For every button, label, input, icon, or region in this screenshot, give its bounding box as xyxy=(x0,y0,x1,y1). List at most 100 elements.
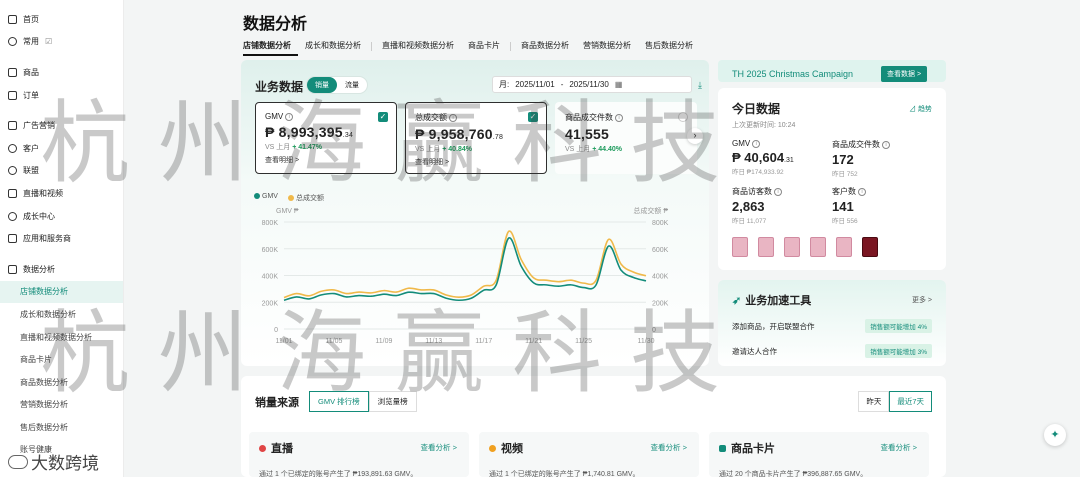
product-thumbnail[interactable] xyxy=(784,237,800,257)
trend-link[interactable]: ⊿ 趋势 xyxy=(909,104,932,114)
view-analysis-link[interactable]: 查看分析 > xyxy=(421,442,457,453)
tab-marketing-analysis[interactable]: 营销数据分析 xyxy=(576,40,638,56)
checkbox-checked-icon[interactable]: ✓ xyxy=(528,112,538,122)
assistant-sparkle-button[interactable]: ✦ xyxy=(1044,424,1066,446)
tab-aftersale-analysis[interactable]: 售后数据分析 xyxy=(638,40,700,56)
metric-value: 172 xyxy=(832,152,854,167)
legend-item-gmv[interactable]: GMV xyxy=(254,193,278,203)
view-details-link[interactable]: 查看明细 > xyxy=(265,155,387,165)
tab-product-card[interactable]: 商品卡片 xyxy=(461,40,507,56)
sidebar-item-marketing[interactable]: 广告营销 xyxy=(0,114,123,137)
today-metric-items-sold: 商品成交件数 i 172 昨日 752 xyxy=(832,139,932,178)
tab-views-ranking[interactable]: 浏览量榜 xyxy=(368,391,417,412)
date-end[interactable]: 2025/11/30 xyxy=(569,80,608,89)
sidebar-item-affiliate[interactable]: 联盟 xyxy=(0,160,123,183)
date-range-picker[interactable]: 月: 2025/11/01 - 2025/11/30 ▦ xyxy=(492,76,692,93)
y-tick-label-right: 0 xyxy=(652,327,656,334)
campaign-banner: TH 2025 Christmas Campaign 查看数据 > xyxy=(718,60,946,82)
metric-yesterday: 昨日 11,077 xyxy=(732,218,767,225)
view-details-link[interactable]: 查看明细 > xyxy=(415,157,537,167)
sidebar-item-label: 首页 xyxy=(23,14,39,24)
sidebar-item-favorites[interactable]: 常用 ☑ xyxy=(0,31,123,54)
sidebar-subitem-marketing-analysis[interactable]: 营销数据分析 xyxy=(0,394,123,417)
today-title: 今日数据 xyxy=(732,102,781,116)
sidebar-item-orders[interactable]: 订单 xyxy=(0,84,123,107)
edit-icon[interactable]: ☑ xyxy=(45,37,52,46)
metric-label-row: 商品成交件数 i xyxy=(832,139,932,150)
sidebar-subitem-shop-analysis[interactable]: 店铺数据分析 xyxy=(0,280,123,304)
product-thumbnail[interactable] xyxy=(862,237,878,257)
accel-row-affiliate[interactable]: 添加商品，开启联盟合作 销售额可能增加 4% xyxy=(732,319,932,333)
accel-row-creators[interactable]: 邀请达人合作 销售额可能增加 3% xyxy=(732,344,932,358)
card-value: ₱ 9,958,760 xyxy=(415,126,493,142)
info-icon[interactable]: i xyxy=(615,113,623,122)
info-icon[interactable]: i xyxy=(449,113,457,122)
tab-live-analysis[interactable]: 直播和视频数据分析 xyxy=(375,40,461,56)
source-description: 通过 1 个已绑定的账号产生了 ₱193,891.63 GMV。 xyxy=(259,471,418,477)
product-thumbnail[interactable] xyxy=(836,237,852,257)
sidebar-subitem-live-analysis[interactable]: 直播和视频数据分析 xyxy=(0,326,123,349)
view-campaign-button[interactable]: 查看数据 > xyxy=(881,66,928,82)
tab-product-analysis[interactable]: 商品数据分析 xyxy=(514,40,576,56)
date-prefix: 月: xyxy=(499,80,510,89)
card-label: 商品成交件数 xyxy=(565,113,613,122)
info-icon[interactable]: i xyxy=(285,112,294,121)
sidebar-subitem-aftersale-analysis[interactable]: 售后数据分析 xyxy=(0,416,123,439)
sidebar-subitem-growth-analysis[interactable]: 成长和数据分析 xyxy=(0,303,123,326)
today-data-panel: 今日数据 ⊿ 趋势 上次更新时间: 10:24 GMV i ₱ 40,604.31… xyxy=(718,88,946,270)
metric-card-items-sold[interactable]: 商品成交件数 i 41,555 VS 上月 + 44.40% xyxy=(555,102,697,174)
sidebar-item-home[interactable]: 首页 xyxy=(0,8,123,31)
x-tick-label: 11/21 xyxy=(525,338,542,345)
metric-decimals: .31 xyxy=(784,157,794,164)
product-thumbnail[interactable] xyxy=(810,237,826,257)
info-icon[interactable]: i xyxy=(858,187,866,196)
tab-gmv-ranking[interactable]: GMV 排行榜 xyxy=(309,391,369,412)
sidebar-subitem-product-card[interactable]: 商品卡片 xyxy=(0,348,123,371)
info-icon[interactable]: i xyxy=(752,139,761,148)
checkbox-unchecked-icon[interactable] xyxy=(678,112,688,122)
card-value: ₱ 8,993,395 xyxy=(265,124,343,140)
sidebar-item-data-analysis[interactable]: 数据分析 xyxy=(0,258,123,281)
download-icon[interactable]: ⤓ xyxy=(698,80,702,91)
period-yesterday[interactable]: 昨天 xyxy=(858,391,890,412)
checkbox-checked-icon[interactable]: ✓ xyxy=(378,112,388,122)
video-icon xyxy=(489,444,496,452)
legend-item-total[interactable]: 总成交额 xyxy=(287,193,324,203)
accel-title: 业务加速工具 xyxy=(745,295,812,307)
accel-title-row: ➶ 业务加速工具 xyxy=(732,292,932,308)
sidebar-subitem-product-analysis[interactable]: 商品数据分析 xyxy=(0,371,123,394)
legend-label: GMV xyxy=(262,193,278,200)
calendar-icon[interactable]: ▦ xyxy=(615,80,623,89)
info-icon[interactable]: i xyxy=(774,187,782,196)
view-analysis-link[interactable]: 查看分析 > xyxy=(881,442,917,453)
live-thumbnail[interactable] xyxy=(732,237,748,257)
x-tick-label: 11/01 xyxy=(276,338,293,345)
sidebar-item-customers[interactable]: 客户 xyxy=(0,137,123,160)
info-icon[interactable]: i xyxy=(882,140,890,149)
toggle-traffic[interactable]: 流量 xyxy=(337,77,367,93)
accel-badge: 销售额可能增加 3% xyxy=(865,344,932,358)
sidebar-item-growth[interactable]: 成长中心 xyxy=(0,205,123,228)
card-value: 41,555 xyxy=(565,126,610,142)
toggle-sales[interactable]: 销量 xyxy=(307,77,337,93)
metric-card-total-sales[interactable]: 总成交额 i ₱ 9,958,760.78 VS 上月 + 40.84% 查看明细… xyxy=(405,102,547,174)
next-cards-button[interactable]: › xyxy=(687,128,703,144)
card-value-row: ₱ 9,958,760.78 xyxy=(415,126,537,142)
tab-shop-analysis[interactable]: 店铺数据分析 xyxy=(243,40,298,56)
sidebar-item-apps[interactable]: 应用和服务商 xyxy=(0,227,123,250)
sidebar-item-products[interactable]: 商品 xyxy=(0,61,123,84)
period-last-7-days[interactable]: 最近7天 xyxy=(889,391,932,412)
view-analysis-link[interactable]: 查看分析 > xyxy=(651,442,687,453)
metric-card-gmv[interactable]: GMV i ₱ 8,993,395.34 VS 上月 + 41.47% 查看明细 … xyxy=(255,102,397,174)
more-tools-link[interactable]: 更多 > xyxy=(912,295,932,305)
tab-divider xyxy=(371,42,372,51)
sidebar-item-live-video[interactable]: 直播和视频 xyxy=(0,182,123,205)
trend-label: 趋势 xyxy=(918,106,932,113)
tab-growth-analysis[interactable]: 成长和数据分析 xyxy=(298,40,368,56)
cmp-value: + 41.47% xyxy=(292,144,323,151)
date-start[interactable]: 2025/11/01 xyxy=(515,80,554,89)
series-line-1 xyxy=(283,230,647,299)
product-thumbnail[interactable] xyxy=(758,237,774,257)
card-value-row: ₱ 8,993,395.34 xyxy=(265,124,387,140)
cmp-prefix: VS 上月 xyxy=(565,146,591,153)
